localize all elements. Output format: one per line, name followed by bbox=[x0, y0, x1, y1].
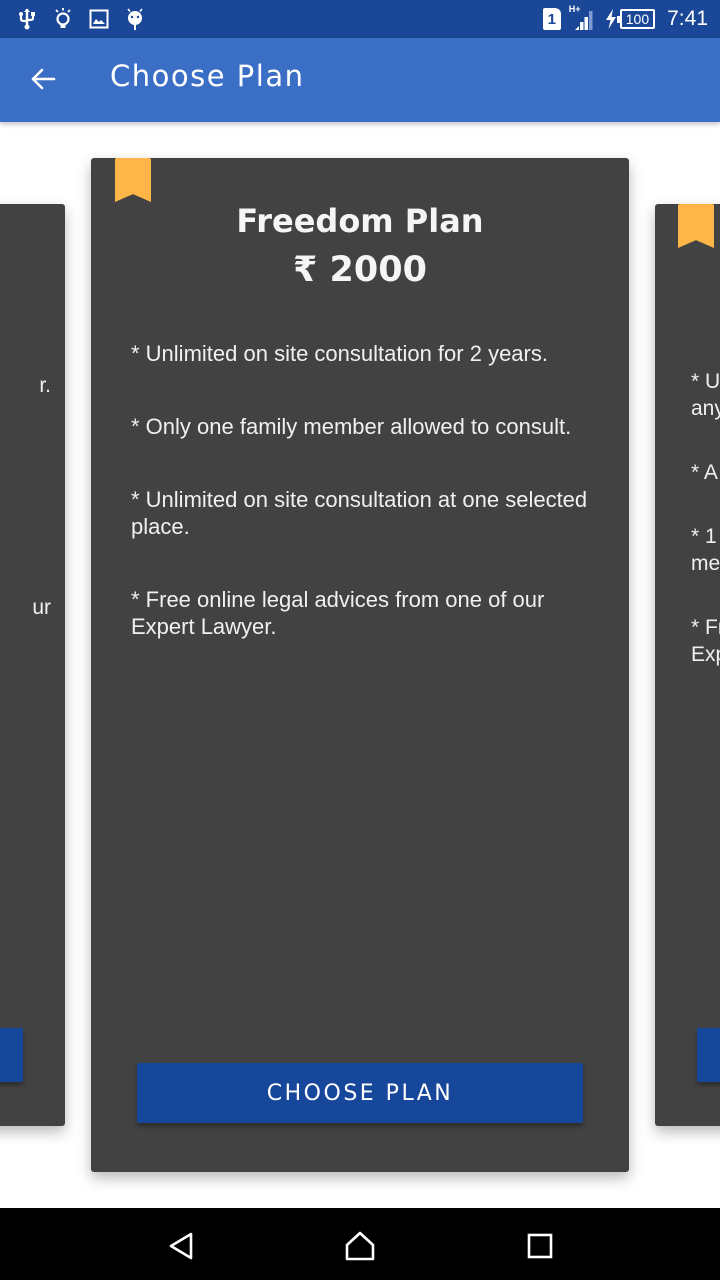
plan-feature: * Unlimited on site consultation at one … bbox=[131, 487, 588, 539]
home-icon bbox=[345, 1231, 375, 1261]
battery-indicator: 100 bbox=[605, 9, 656, 29]
notification-icons bbox=[16, 6, 146, 32]
image-icon bbox=[88, 8, 110, 30]
plan-feature-fragment: * Fr bbox=[691, 616, 720, 639]
android-icon bbox=[124, 8, 146, 30]
nav-home-button[interactable] bbox=[340, 1228, 380, 1264]
plan-feature-fragment: * U bbox=[691, 370, 720, 393]
plan-feature-fragment: r. bbox=[39, 374, 51, 397]
usb-icon bbox=[16, 8, 38, 30]
lightbulb-icon bbox=[52, 8, 74, 30]
plan-card-freedom: Freedom Plan ₹ 2000 * Unlimited on site … bbox=[91, 158, 629, 1172]
arrow-left-icon bbox=[31, 68, 56, 90]
bookmark-icon bbox=[115, 158, 151, 202]
plan-features: * Unlimited on site consultation for 2 y… bbox=[131, 340, 589, 686]
app-bar: Choose Plan bbox=[0, 38, 720, 122]
plan-feature-fragment: Exp bbox=[691, 643, 720, 666]
plan-title: Freedom Plan bbox=[236, 202, 484, 240]
sim-card-icon: 1 bbox=[542, 8, 561, 30]
back-button[interactable] bbox=[22, 58, 64, 100]
plan-feature-fragment: any bbox=[691, 397, 720, 420]
navigation-bar bbox=[0, 1208, 720, 1280]
plan-feature-fragment: * A bbox=[691, 461, 718, 484]
system-status: 1 H+ 100 7:41 bbox=[542, 4, 708, 34]
battery-level: 100 bbox=[616, 9, 656, 29]
plan-feature-fragment: ur bbox=[32, 596, 51, 619]
plan-price: ₹ 2000 bbox=[293, 250, 427, 290]
plan-feature: * Free online legal advices from one of … bbox=[131, 587, 545, 639]
nav-back-button[interactable] bbox=[161, 1228, 201, 1264]
plan-feature-fragment: * 1 bbox=[691, 525, 717, 548]
bookmark-icon bbox=[678, 204, 714, 248]
back-icon bbox=[169, 1232, 193, 1260]
recents-icon bbox=[527, 1233, 553, 1259]
choose-plan-button-next[interactable] bbox=[697, 1028, 720, 1082]
plan-feature: * Only one family member allowed to cons… bbox=[131, 414, 572, 439]
clock: 7:41 bbox=[667, 7, 708, 30]
plan-card-next[interactable]: * U any * A * 1 me * Fr Exp bbox=[655, 204, 720, 1126]
plan-carousel[interactable]: r. ur Freedom Plan ₹ 2000 * Unlimited on… bbox=[0, 122, 720, 1208]
status-bar: 1 H+ 100 7:41 bbox=[0, 0, 720, 38]
signal-icon: H+ bbox=[569, 4, 597, 32]
charging-bolt-icon bbox=[605, 9, 616, 29]
plan-feature-fragment: me bbox=[691, 552, 720, 575]
nav-recents-button[interactable] bbox=[520, 1228, 560, 1264]
plan-feature: * Unlimited on site consultation for 2 y… bbox=[131, 341, 548, 366]
plan-card-previous[interactable]: r. ur bbox=[0, 204, 65, 1126]
page-title: Choose Plan bbox=[110, 59, 305, 93]
choose-plan-button[interactable]: CHOOSE PLAN bbox=[137, 1063, 583, 1123]
choose-plan-button-previous[interactable] bbox=[0, 1028, 23, 1082]
